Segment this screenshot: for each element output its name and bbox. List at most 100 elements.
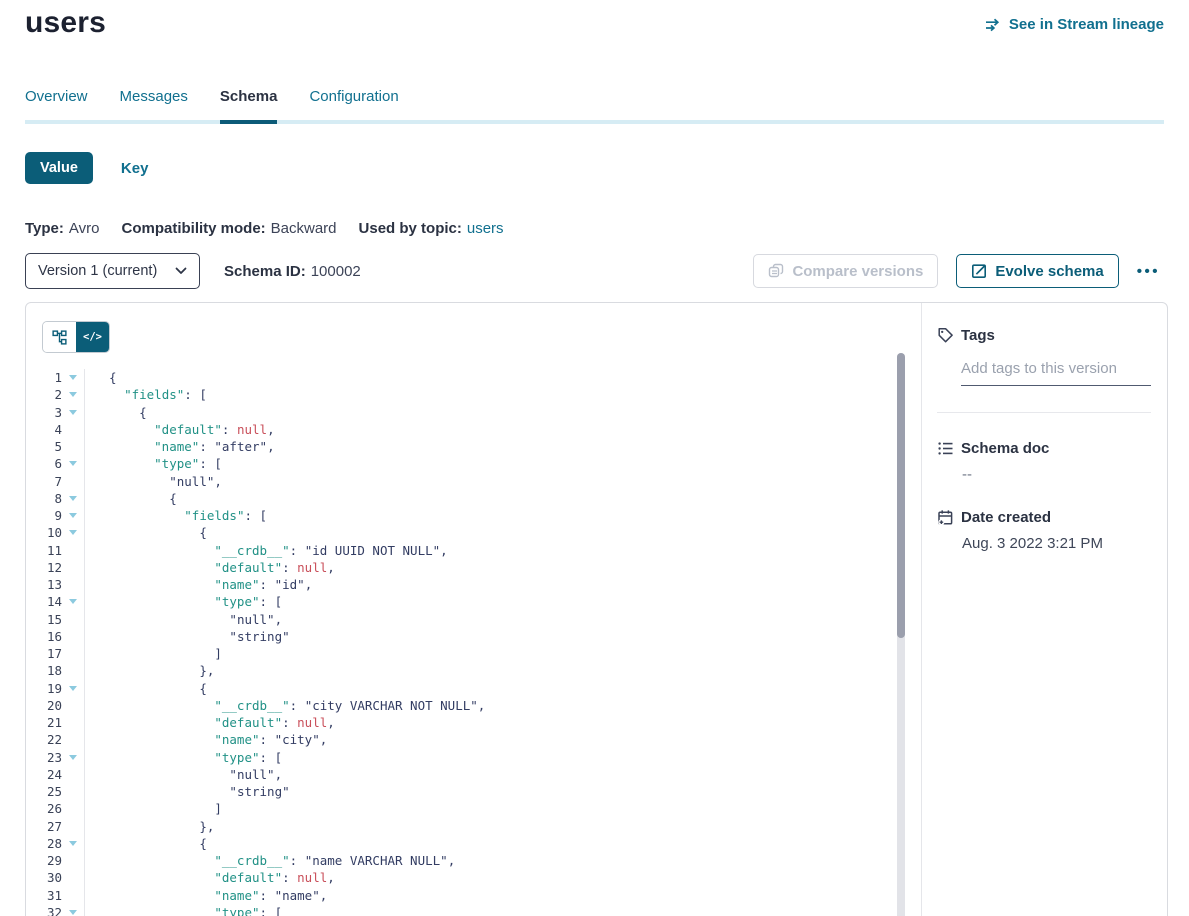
compare-versions-button[interactable]: Compare versions — [753, 254, 938, 288]
code-line-content: { — [84, 835, 921, 852]
code-scrollbar-thumb[interactable] — [897, 353, 905, 638]
line-number: 19 — [26, 680, 62, 697]
fold-spacer — [62, 766, 84, 783]
tab-messages[interactable]: Messages — [120, 88, 188, 124]
fold-spacer — [62, 438, 84, 455]
line-number: 30 — [26, 869, 62, 886]
see-in-stream-lineage-link[interactable]: See in Stream lineage — [985, 16, 1164, 33]
line-number: 17 — [26, 645, 62, 662]
code-line-content: "null", — [84, 473, 921, 490]
schema-detail-panel: </> 1{2 "fields": [3 {4 "default": null,… — [25, 302, 1168, 916]
tab-bar: Overview Messages Schema Configuration — [25, 88, 1164, 124]
code-line-content: "null", — [84, 611, 921, 628]
line-number: 23 — [26, 749, 62, 766]
code-line-18: 18 }, — [26, 662, 921, 679]
line-number: 4 — [26, 421, 62, 438]
fold-spacer — [62, 731, 84, 748]
fold-toggle-icon[interactable] — [62, 507, 84, 524]
fold-spacer — [62, 542, 84, 559]
code-line-content: "__crdb__": "id UUID NOT NULL", — [84, 542, 921, 559]
fold-toggle-icon[interactable] — [62, 490, 84, 507]
page-title: users — [25, 6, 106, 40]
tree-view-button[interactable] — [43, 322, 76, 352]
fold-spacer — [62, 576, 84, 593]
code-line-content: "fields": [ — [84, 507, 921, 524]
fold-spacer — [62, 800, 84, 817]
line-number: 6 — [26, 455, 62, 472]
chevron-down-icon — [175, 267, 187, 275]
code-line-5: 5 "name": "after", — [26, 438, 921, 455]
code-line-11: 11 "__crdb__": "id UUID NOT NULL", — [26, 542, 921, 559]
list-icon — [937, 440, 954, 457]
code-line-16: 16 "string" — [26, 628, 921, 645]
fold-toggle-icon[interactable] — [62, 904, 84, 916]
version-bar: Version 1 (current) Schema ID:100002 Com… — [25, 253, 1164, 289]
fold-toggle-icon[interactable] — [62, 369, 84, 386]
fold-toggle-icon[interactable] — [62, 455, 84, 472]
line-number: 13 — [26, 576, 62, 593]
code-line-19: 19 { — [26, 680, 921, 697]
add-tags-input[interactable] — [961, 360, 1151, 386]
schema-page: users See in Stream lineage Overview Mess… — [0, 0, 1189, 916]
evolve-schema-button[interactable]: Evolve schema — [956, 254, 1118, 288]
code-scrollbar-track[interactable] — [897, 353, 905, 916]
code-line-content: "name": "name", — [84, 887, 921, 904]
sidebar-divider — [937, 412, 1151, 413]
version-select[interactable]: Version 1 (current) — [25, 253, 200, 289]
tab-configuration[interactable]: Configuration — [309, 88, 398, 124]
code-line-31: 31 "name": "name", — [26, 887, 921, 904]
code-view-button[interactable]: </> — [76, 322, 109, 352]
line-number: 10 — [26, 524, 62, 541]
code-line-3: 3 { — [26, 404, 921, 421]
line-number: 16 — [26, 628, 62, 645]
code-line-content: "default": null, — [84, 869, 921, 886]
edit-schema-icon — [971, 263, 987, 279]
code-line-content: "type": [ — [84, 593, 921, 610]
fold-spacer — [62, 818, 84, 835]
code-line-9: 9 "fields": [ — [26, 507, 921, 524]
fold-spacer — [62, 473, 84, 490]
fold-toggle-icon[interactable] — [62, 593, 84, 610]
code-line-10: 10 { — [26, 524, 921, 541]
meta-value: Backward — [271, 220, 337, 237]
code-view-icon: </> — [83, 331, 102, 343]
schema-code-editor[interactable]: 1{2 "fields": [3 {4 "default": null,5 "n… — [26, 369, 921, 916]
line-number: 26 — [26, 800, 62, 817]
value-tab-button[interactable]: Value — [25, 152, 93, 184]
code-line-content: "fields": [ — [84, 386, 921, 403]
meta-item-2: Used by topic:users — [359, 220, 504, 237]
schema-meta-row: Type:AvroCompatibility mode:BackwardUsed… — [25, 220, 504, 237]
code-line-8: 8 { — [26, 490, 921, 507]
code-line-content: "string" — [84, 783, 921, 800]
code-line-content: { — [84, 680, 921, 697]
schema-doc-value: -- — [962, 466, 1151, 483]
line-number: 1 — [26, 369, 62, 386]
fold-toggle-icon[interactable] — [62, 835, 84, 852]
code-line-content: "type": [ — [84, 749, 921, 766]
line-number: 2 — [26, 386, 62, 403]
code-line-21: 21 "default": null, — [26, 714, 921, 731]
tab-overview[interactable]: Overview — [25, 88, 88, 124]
fold-toggle-icon[interactable] — [62, 524, 84, 541]
key-tab-link[interactable]: Key — [121, 160, 149, 177]
code-line-content: "null", — [84, 766, 921, 783]
more-actions-button[interactable]: ••• — [1133, 259, 1164, 284]
line-number: 11 — [26, 542, 62, 559]
code-line-content: "__crdb__": "name VARCHAR NULL", — [84, 852, 921, 869]
fold-spacer — [62, 662, 84, 679]
fold-toggle-icon[interactable] — [62, 680, 84, 697]
fold-toggle-icon[interactable] — [62, 386, 84, 403]
line-number: 9 — [26, 507, 62, 524]
used-by-topic-link[interactable]: users — [467, 220, 504, 237]
line-number: 20 — [26, 697, 62, 714]
schema-code-panel: </> 1{2 "fields": [3 {4 "default": null,… — [26, 303, 921, 916]
tab-schema[interactable]: Schema — [220, 88, 278, 124]
code-line-content: "default": null, — [84, 714, 921, 731]
line-number: 12 — [26, 559, 62, 576]
line-number: 21 — [26, 714, 62, 731]
stream-lineage-icon — [985, 18, 1002, 32]
fold-toggle-icon[interactable] — [62, 404, 84, 421]
code-line-24: 24 "null", — [26, 766, 921, 783]
code-line-content: { — [84, 524, 921, 541]
fold-toggle-icon[interactable] — [62, 749, 84, 766]
